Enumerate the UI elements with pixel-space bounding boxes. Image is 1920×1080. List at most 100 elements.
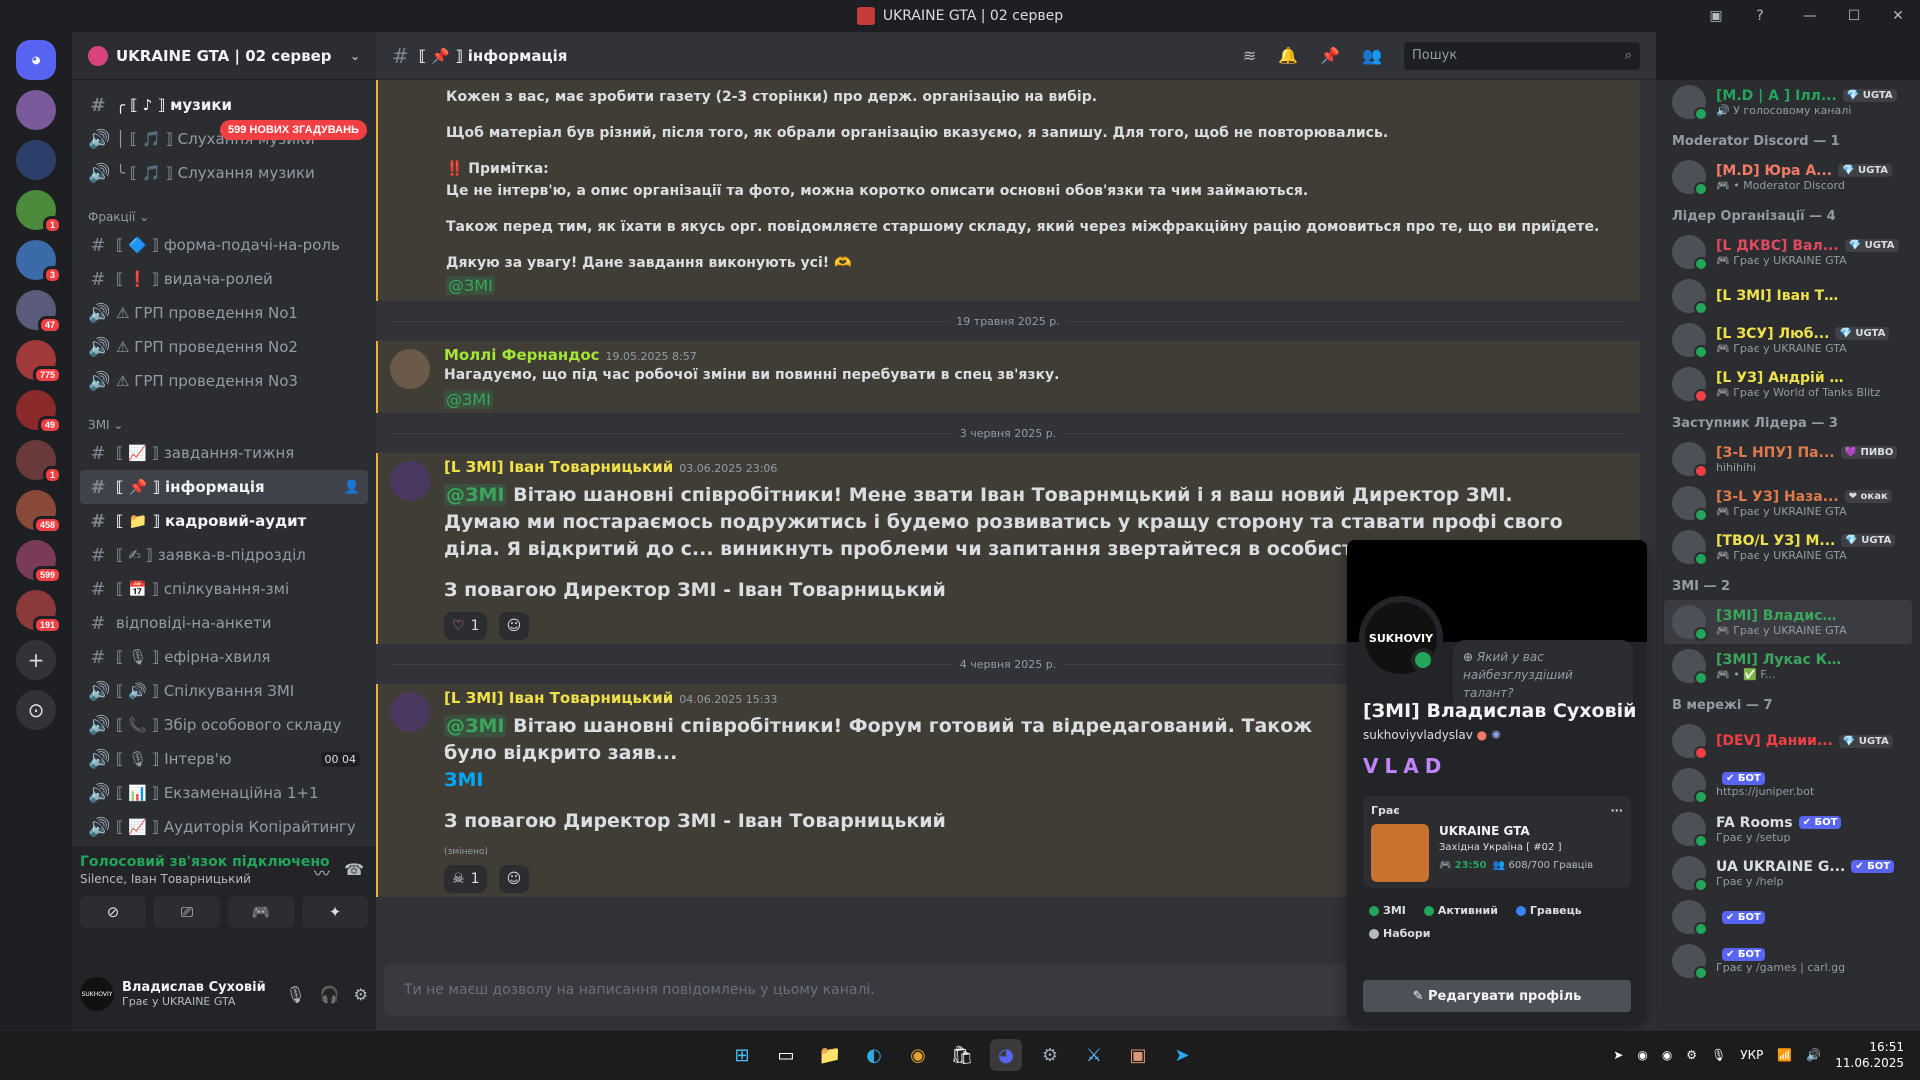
settings-gear-icon[interactable]: ⚙ [354,985,368,1004]
chrome-tray-icon[interactable]: ◉ [1662,1048,1672,1062]
channel-item[interactable]: 🔊 ⚠ ГРП проведення No1 [80,296,368,330]
member-item[interactable]: [L ДКВС] Вал... 💎 UGTA 🎮 Грає у UKRAINE GT… [1664,230,1912,274]
maximize-button[interactable]: ☐ [1832,0,1876,32]
threads-icon[interactable]: ≋ [1243,46,1256,65]
task-view-icon[interactable]: ▭ [770,1039,802,1071]
member-item[interactable]: ✔ БОТ Грає у /games | carl.gg [1664,939,1912,983]
app-icon[interactable]: ⚔ [1078,1039,1110,1071]
channel-item[interactable]: # ⟦ ❗ ⟧ видача-ролей [80,262,368,296]
channel-item[interactable]: 🔊 ⟦ 🔊 ⟧ Спілкування ЗМІ [80,674,368,708]
help-icon[interactable]: ? [1750,6,1770,26]
activity-button[interactable]: 🎮 [228,896,294,928]
reaction-heart[interactable]: ♡ 1 [444,612,488,640]
guild-header[interactable]: UKRAINE GTA | 02 сервер ⌄ [72,32,376,80]
microphone-tray-icon[interactable]: 🎙 [1711,1048,1726,1062]
volume-icon[interactable]: 🔊 [1806,1048,1821,1062]
member-item[interactable]: [DEV] Дании... 💎 UGTA [1664,719,1912,763]
discord-home-icon[interactable]: ◕ [16,40,56,80]
members-icon[interactable]: 👥 [1362,46,1382,65]
server-icon[interactable]: 458 [16,490,62,534]
server-icon[interactable] [16,90,56,130]
language-indicator[interactable]: УКР [1740,1048,1763,1062]
add-reaction-button[interactable]: ☺ [498,612,530,640]
game-icon[interactable]: ▣ [1122,1039,1154,1071]
member-item[interactable]: ✔ БОТ https://juniper.bot [1664,763,1912,807]
role-mention[interactable]: @ЗМІ [446,276,495,295]
member-item[interactable]: UA UKRAINE G... ✔ БОТ Грає у /help [1664,851,1912,895]
telegram-icon[interactable]: ➤ [1166,1039,1198,1071]
windows-start-icon[interactable]: ⊞ [726,1039,758,1071]
role-mention[interactable]: @ЗМІ [444,715,507,737]
member-item[interactable]: FA Rooms ✔ БОТ Грає у /setup [1664,807,1912,851]
category-zmi[interactable]: ЗМІ ⌄ [80,408,368,436]
member-item[interactable]: ✔ БОТ [1664,895,1912,939]
inbox-icon[interactable]: ▣ [1706,6,1726,26]
channel-item[interactable]: 🔊 ⟦ 📞 ⟧ Збір особового складу [80,708,368,742]
discord-taskbar-icon[interactable]: ◕ [990,1039,1022,1071]
author-avatar[interactable] [390,349,430,389]
wifi-icon[interactable]: 📶 [1777,1048,1792,1062]
channel-item[interactable]: 🔊 ╰ ⟦ 🎵 ⟧ Слухання музики [80,156,368,190]
server-icon[interactable]: 1 [16,190,62,234]
more-icon[interactable]: ··· [1610,804,1623,817]
author-name[interactable]: [L ЗМІ] Іван Товарницький [444,458,673,476]
clock[interactable]: 16:51 11.06.2025 [1835,1039,1904,1071]
member-item[interactable]: [ТВО/L УЗ] М... 💎 UGTA 🎮 Грає у UKRAINE GT… [1664,525,1912,569]
server-icon[interactable]: 49 [16,390,62,434]
chrome-icon[interactable]: ◉ [902,1039,934,1071]
microphone-icon[interactable]: 🎙 [285,985,305,1004]
channel-item[interactable]: 🔊 ⚠ ГРП проведення No2 [80,330,368,364]
role-mention[interactable]: @ЗМІ [444,484,507,506]
member-item[interactable]: [L ЗСУ] Люб... 💎 UGTA 🎮 Грає у UKRAINE GTA [1664,318,1912,362]
member-item[interactable]: [З-L НПУ] Па... 💜 ПИВО hihihihi [1664,437,1912,481]
file-explorer-icon[interactable]: 📁 [814,1039,846,1071]
server-icon[interactable]: 775 [16,340,62,384]
soundboard-button[interactable]: ✦ [302,896,368,928]
server-icon[interactable]: 191 [16,590,62,634]
tray-icon[interactable]: ◉ [1637,1048,1647,1062]
member-item[interactable]: [ЗМІ] Владислав Сух...🎮 Грає у UKRAINE G… [1664,600,1912,644]
role-mention[interactable]: @ЗМІ [444,390,493,409]
pin-icon[interactable]: 📌 [1320,46,1340,65]
author-avatar[interactable] [390,461,430,501]
channel-item[interactable]: # ⟦ 📌 ⟧ інформація 👤 [80,470,368,504]
user-avatar[interactable]: SUKHOVIY [80,977,114,1011]
role-chip[interactable]: Активний [1418,902,1504,919]
screen-share-button[interactable]: ⎚ [154,896,220,928]
role-chip[interactable]: ЗМІ [1363,902,1412,919]
explore-icon[interactable]: ⊙ [16,690,56,730]
server-icon[interactable]: 1 [16,440,62,484]
channel-item[interactable]: 🔊 ⚠ ГРП проведення No3 [80,364,368,398]
channel-item[interactable]: # ⟦ ✍ ⟧ заявка-в-підрозділ [80,538,368,572]
profile-avatar[interactable]: SUKHOVIY [1359,596,1443,680]
channel-item[interactable]: # ⟦ 📅 ⟧ спілкування-змі [80,572,368,606]
new-mentions-pill[interactable]: 599 НОВИХ ЗГАДУВАНЬ [220,120,367,140]
minimize-button[interactable]: — [1788,0,1832,32]
store-icon[interactable]: 🛍 [946,1039,978,1071]
category-fractions[interactable]: Фракції ⌄ [80,200,368,228]
channel-item[interactable]: # ╭ ⟦ ♪ ⟧ музики [80,88,368,122]
edit-profile-button[interactable]: ✎ Редагувати профіль [1363,980,1631,1012]
disconnect-icon[interactable]: ☎ [344,860,364,884]
channel-item[interactable]: # ⟦ 🔷 ⟧ форма-подачі-на-роль [80,228,368,262]
close-button[interactable]: ✕ [1876,0,1920,32]
add-reaction-button[interactable]: ☺ [498,865,530,893]
channel-item[interactable]: 🔊 ⟦ 📊 ⟧ Екзаменаційна 1+1 [80,776,368,810]
member-item[interactable]: [M.D | A ] Ілл... 💎 UGTA 🔊 У голосовому ка… [1664,80,1912,124]
steam-tray-icon[interactable]: ⚙ [1686,1048,1697,1062]
member-item[interactable]: [M.D] Юра А... 💎 UGTA 🎮 • Moderator Discor… [1664,155,1912,199]
channel-item[interactable]: # відповіді-на-анкети [80,606,368,640]
headphones-icon[interactable]: 🎧 [320,985,340,1004]
channel-item[interactable]: 🔊 ⟦ 📈 ⟧ Аудиторія Копірайтингу [80,810,368,844]
add-server-icon[interactable]: + [16,640,56,680]
author-name[interactable]: Моллі Фернандос [444,346,600,364]
author-avatar[interactable] [390,692,430,732]
message-link[interactable]: ЗМІ [444,767,1344,794]
server-icon[interactable]: 3 [16,240,62,284]
invite-icon[interactable]: 👤 [344,480,360,495]
server-icon[interactable]: 599 [16,540,62,584]
channel-item[interactable]: # ⟦ 📈 ⟧ завдання-тижня [80,436,368,470]
server-icon[interactable]: 47 [16,290,62,334]
channel-item[interactable]: # ⟦ 🎙 ⟧ ефірна-хвиля [80,640,368,674]
member-item[interactable]: [L ЗМІ] Іван Товарни... [1664,274,1912,318]
